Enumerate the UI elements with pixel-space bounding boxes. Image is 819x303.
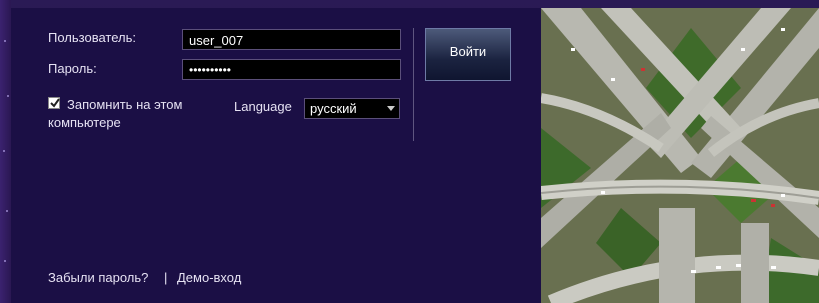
username-label: Пользователь: <box>48 30 136 45</box>
login-screen: Пользователь: user_007 Пароль: •••••••••… <box>0 0 819 303</box>
demo-login-link[interactable]: Демо-вход <box>177 270 241 285</box>
language-select[interactable]: русский <box>304 98 400 119</box>
forgot-password-link[interactable]: Забыли пароль? <box>48 270 148 285</box>
remember-checkbox[interactable] <box>48 97 60 109</box>
login-button[interactable]: Войти <box>425 28 511 81</box>
chevron-down-icon <box>387 106 395 111</box>
divider <box>413 28 414 141</box>
password-field[interactable]: •••••••••• <box>182 59 401 80</box>
remember-label-line1: Запомнить на этом <box>67 97 183 112</box>
footer-separator: | <box>164 270 168 285</box>
remember-label-line2: компьютере <box>48 115 121 130</box>
language-label: Language <box>234 99 292 114</box>
language-value: русский <box>310 101 357 116</box>
background-strip <box>0 0 11 303</box>
password-label: Пароль: <box>48 61 97 76</box>
highway-interchange-image <box>541 8 819 303</box>
username-field[interactable]: user_007 <box>182 29 401 50</box>
check-icon <box>50 98 60 108</box>
login-panel: Пользователь: user_007 Пароль: •••••••••… <box>11 8 541 303</box>
